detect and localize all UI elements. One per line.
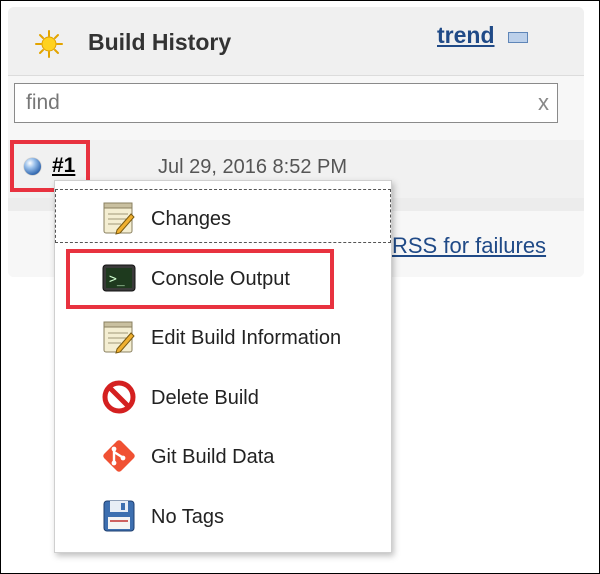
collapse-icon[interactable] (508, 32, 528, 43)
menu-item-edit-build-information[interactable]: Edit Build Information (55, 308, 391, 362)
panel-header: Build History (8, 7, 584, 76)
menu-item-console-output[interactable]: >_ Console Output (55, 249, 391, 303)
clear-search-icon[interactable]: x (538, 90, 549, 116)
menu-item-label: Edit Build Information (151, 327, 342, 349)
menu-item-label: Delete Build (151, 387, 259, 409)
search-box: x (14, 83, 558, 123)
menu-item-label: No Tags (151, 506, 225, 528)
trend-link[interactable]: trend (437, 22, 495, 49)
svg-text:>_: >_ (109, 272, 125, 287)
menu-item-label: Git Build Data (151, 446, 275, 468)
terminal-icon: >_ (102, 264, 136, 292)
no-entry-icon (102, 380, 136, 414)
build-number-link[interactable]: #1 (52, 154, 75, 178)
menu-item-no-tags[interactable]: No Tags (55, 487, 391, 541)
rss-failures-link[interactable]: RSS for failures (392, 233, 546, 259)
git-icon (103, 440, 135, 472)
menu-item-label: Changes (151, 208, 232, 230)
notepad-icon (103, 202, 135, 235)
search-input[interactable] (15, 84, 515, 122)
menu-item-git-build-data[interactable]: Git Build Data (55, 427, 391, 481)
menu-item-delete-build[interactable]: Delete Build (55, 368, 391, 422)
menu-item-changes[interactable]: Changes (55, 189, 391, 243)
floppy-disk-icon (103, 500, 135, 532)
notepad-icon (103, 321, 135, 354)
build-context-menu: Changes >_ Console Output Edit Build Inf… (54, 180, 392, 553)
build-status-icon (24, 158, 41, 175)
weather-sun-icon (35, 30, 63, 58)
menu-item-label: Console Output (151, 268, 290, 290)
panel-title: Build History (88, 29, 232, 55)
build-timestamp: Jul 29, 2016 8:52 PM (158, 156, 348, 178)
